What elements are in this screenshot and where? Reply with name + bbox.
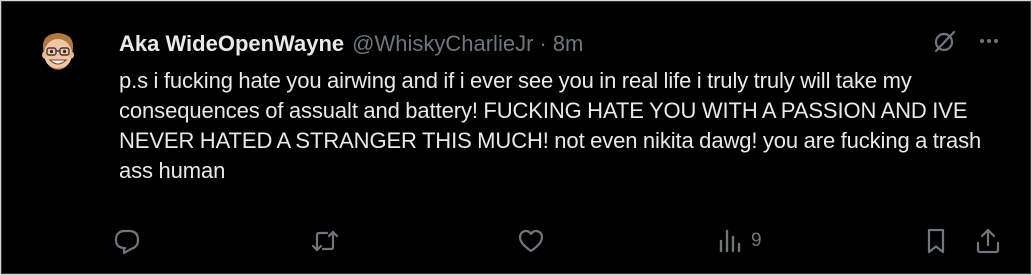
bookmark-button[interactable] [921,224,951,258]
views-button[interactable]: 9 [717,224,762,258]
retweet-icon [311,230,339,252]
tweet-card[interactable]: Aka WideOpenWayne @WhiskyCharlieJr · 8m … [1,1,1031,274]
share-icon [976,228,1000,254]
views-icon [719,229,741,253]
avatar-memoji-image [42,33,74,70]
retweet-button[interactable] [310,224,348,258]
timestamp[interactable]: 8m [553,32,584,56]
tweet-top-icons [932,28,1000,54]
views-count: 9 [751,230,762,251]
heart-icon [518,229,544,253]
like-button[interactable] [516,224,554,258]
reply-button[interactable] [112,224,150,258]
display-name[interactable]: Aka WideOpenWayne [119,32,344,56]
avatar[interactable] [34,28,82,76]
separator-dot: · [539,31,547,56]
tweet-text: p.s i fucking hate you airwing and if i … [119,68,982,183]
more-icon[interactable] [978,30,1000,52]
bookmark-icon [927,228,945,254]
user-handle[interactable]: @WhiskyCharlieJr [352,32,533,56]
share-button[interactable] [973,224,1003,258]
action-bar: 9 [112,224,1004,258]
reply-icon [114,229,140,255]
grok-icon[interactable] [932,28,958,54]
tweet-header: Aka WideOpenWayne @WhiskyCharlieJr · 8m [119,32,583,56]
